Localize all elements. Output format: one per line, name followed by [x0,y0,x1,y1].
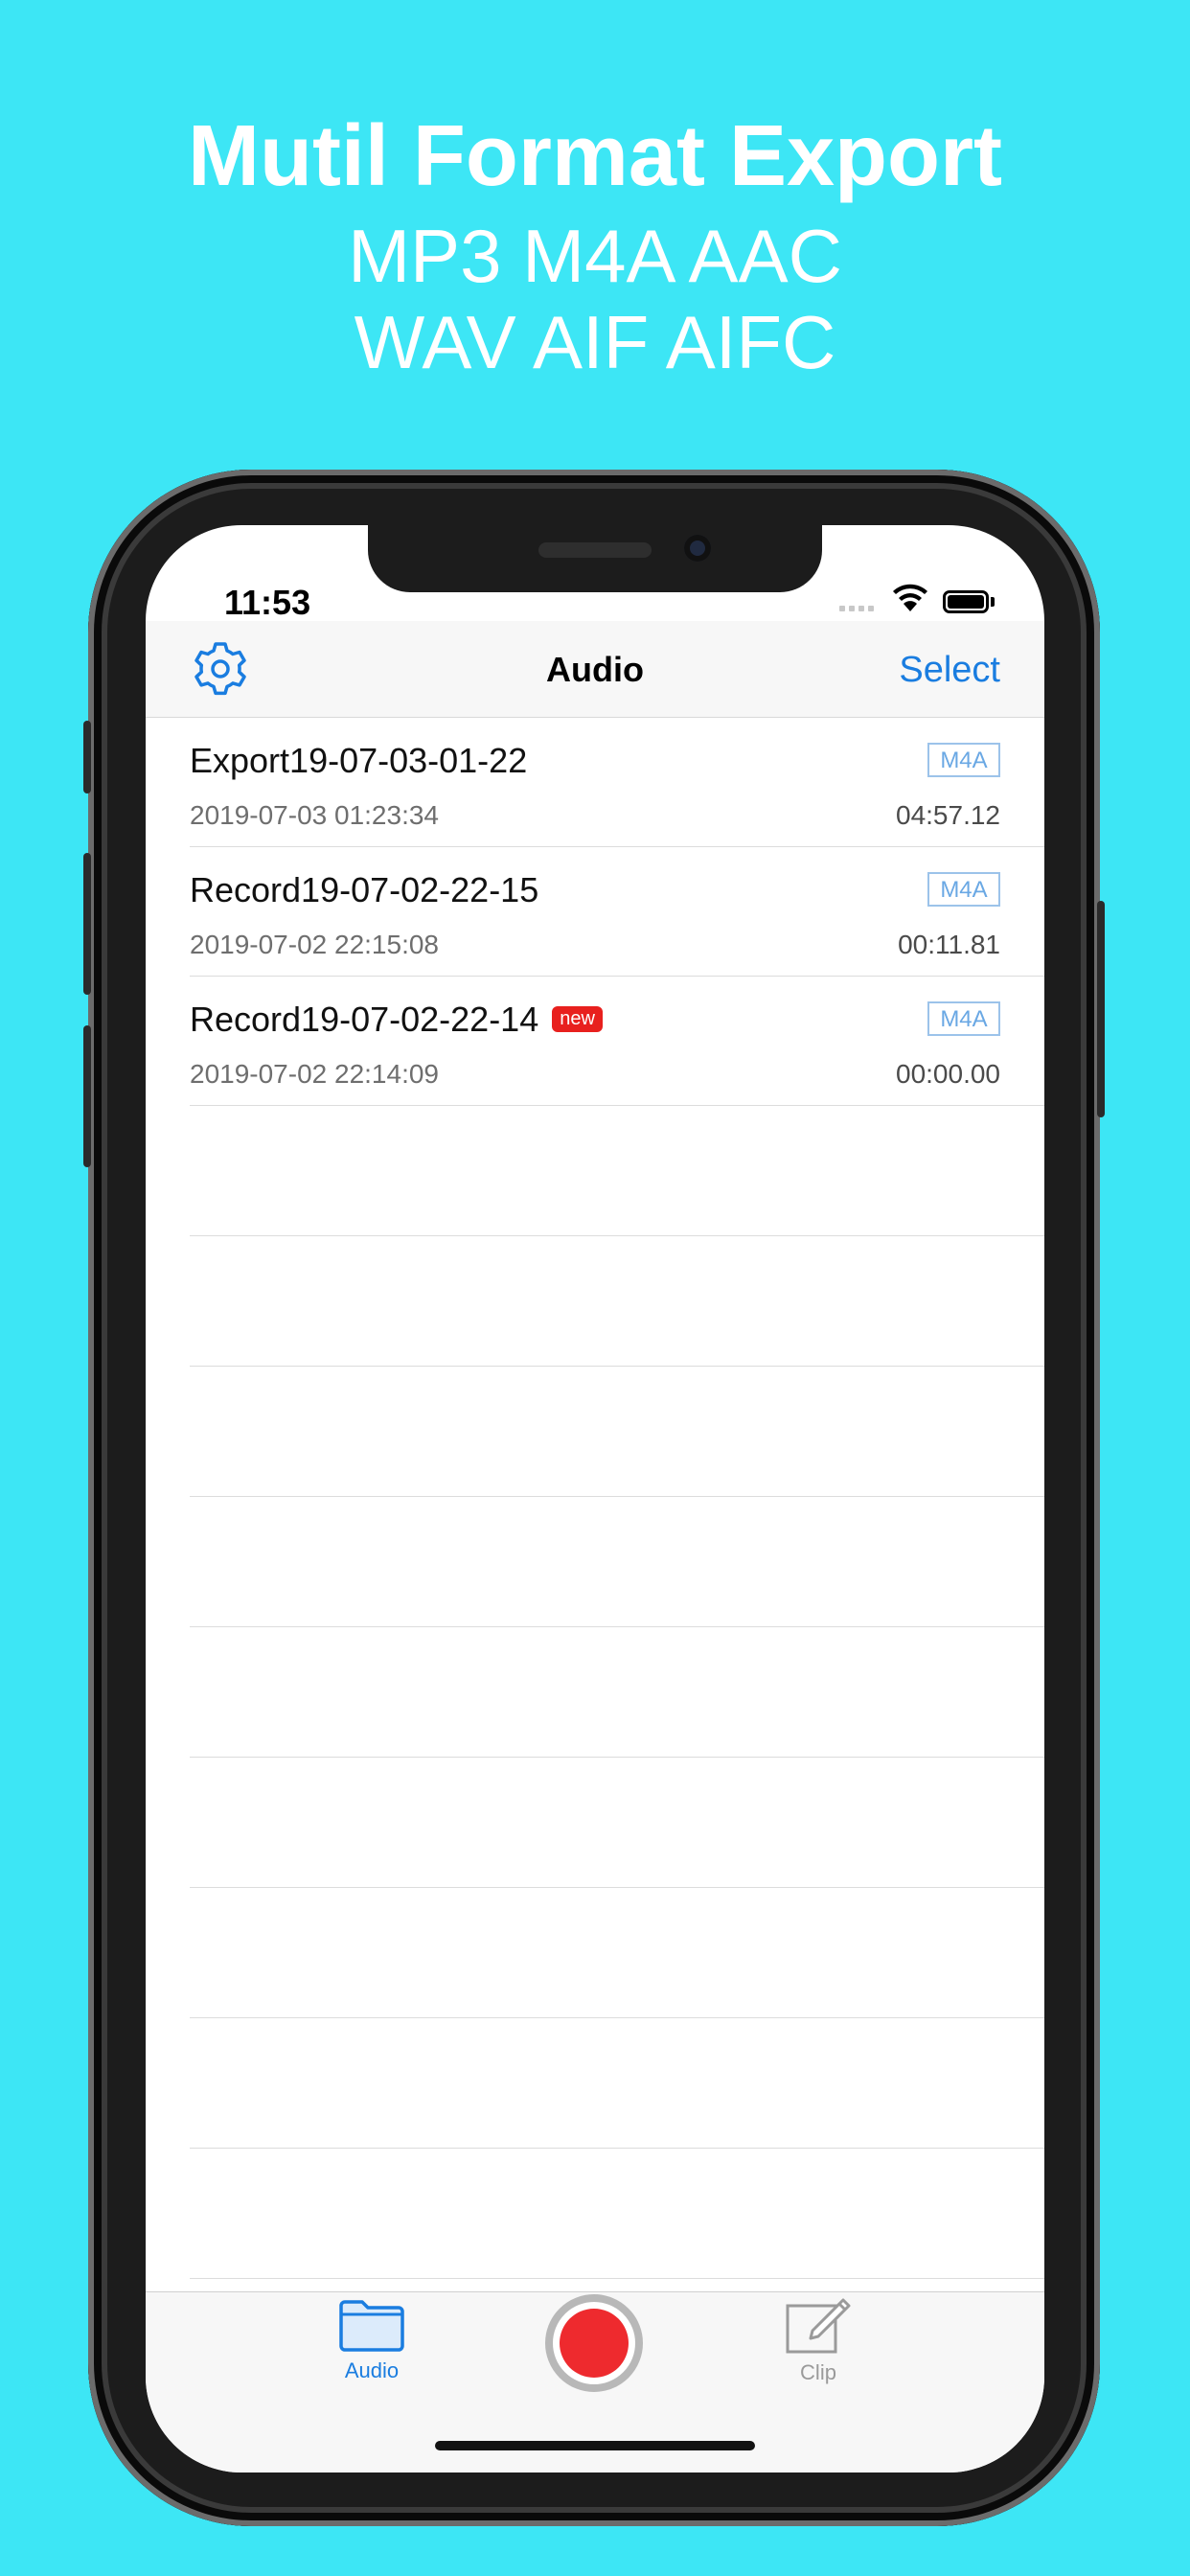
recording-date: 2019-07-02 22:14:09 [190,1059,439,1089]
recording-name-wrap: Record19-07-02-22-14 new [190,1000,603,1040]
empty-row [146,1758,1044,1888]
record-button[interactable] [545,2294,643,2392]
recordings-list: Export19-07-03-01-22 M4A 2019-07-03 01:2… [146,718,1044,2279]
home-indicator[interactable] [435,2441,755,2450]
empty-row [146,2149,1044,2279]
empty-row [146,1888,1044,2018]
cellular-signal-icon [839,606,881,613]
front-camera [684,535,711,562]
list-item[interactable]: Export19-07-03-01-22 M4A 2019-07-03 01:2… [146,718,1044,847]
phone-volume-down [83,1025,91,1167]
empty-row [146,1497,1044,1627]
tab-audio[interactable]: Audio [335,2298,408,2383]
notch [368,525,822,592]
recording-date: 2019-07-02 22:15:08 [190,930,439,959]
empty-row [146,1236,1044,1367]
recording-date: 2019-07-03 01:23:34 [190,800,439,830]
edit-icon [786,2298,851,2354]
empty-row [146,2018,1044,2149]
list-item[interactable]: Record19-07-02-22-14 new M4A 2019-07-02 2… [146,977,1044,1106]
new-badge: new [552,1005,603,1032]
row-divider [190,2278,1044,2279]
folder-icon [339,2300,404,2352]
select-button[interactable]: Select [899,650,1000,691]
tab-clip[interactable]: Clip [782,2294,855,2385]
format-badge: M4A [927,872,1000,907]
format-badge: M4A [927,743,1000,777]
recording-duration: 04:57.12 [896,800,1000,830]
navigation-bar: Audio Select [146,621,1044,718]
empty-row [146,1106,1044,1236]
recording-name: Export19-07-03-01-22 [190,741,528,780]
battery-icon [943,590,989,613]
battery-tip [991,597,995,607]
list-item[interactable]: Record19-07-02-22-15 M4A 2019-07-02 22:1… [146,847,1044,977]
recording-name: Record19-07-02-22-14 [190,1000,539,1039]
promo-title: Mutil Format Export [188,108,1002,204]
promo-formats-line-2: WAV AIF AIFC [354,300,836,384]
recording-name: Record19-07-02-22-15 [190,870,539,909]
format-badge: M4A [927,1001,1000,1036]
phone-screen: 11:53 Audio Select Export19-07-03-01-22 … [146,525,1044,2472]
tab-clip-label: Clip [800,2360,836,2384]
earpiece-speaker [538,542,652,558]
status-time: 11:53 [224,583,311,622]
phone-power-button [1097,901,1105,1117]
empty-row [146,1627,1044,1758]
recording-duration: 00:00.00 [896,1059,1000,1089]
record-icon [560,2309,629,2378]
wifi-icon [891,583,929,618]
phone-mute-switch [83,721,91,794]
phone-volume-up [83,853,91,995]
promo-formats-line-1: MP3 M4A AAC [348,214,842,298]
empty-row [146,1367,1044,1497]
recording-duration: 00:11.81 [898,930,1000,959]
tab-audio-label: Audio [344,2358,400,2382]
